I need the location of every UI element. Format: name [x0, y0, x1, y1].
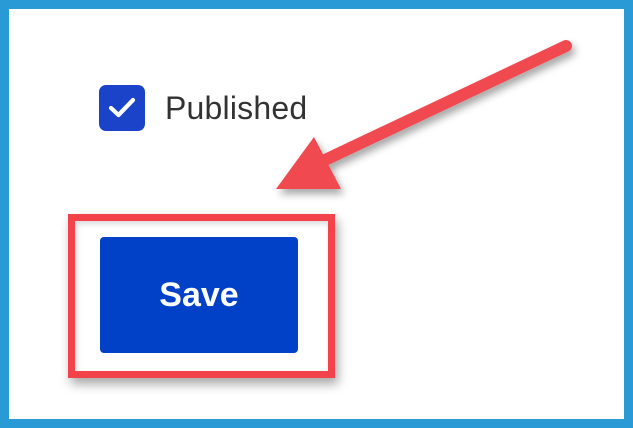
- screenshot-frame: Published Save: [0, 0, 633, 428]
- published-checkbox[interactable]: [99, 85, 145, 131]
- checkmark-icon: [108, 97, 136, 118]
- published-label: Published: [165, 89, 308, 126]
- save-button[interactable]: Save: [100, 237, 298, 353]
- published-field: Published: [99, 85, 307, 131]
